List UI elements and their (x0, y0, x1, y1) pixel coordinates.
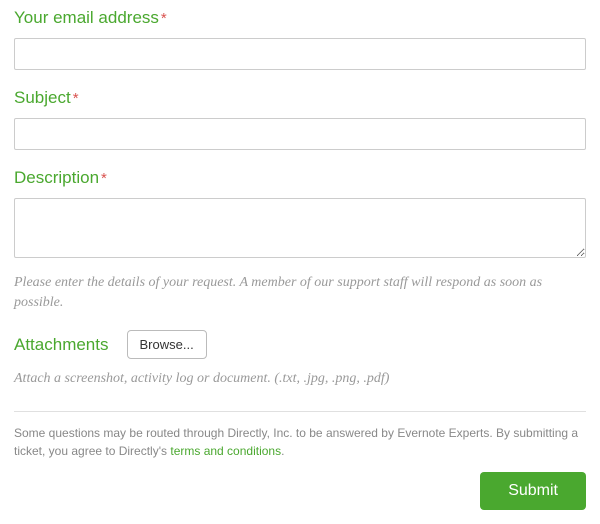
attachments-label: Attachments (14, 335, 109, 355)
subject-required-indicator: * (73, 90, 79, 107)
email-input[interactable] (14, 38, 586, 70)
terms-link[interactable]: terms and conditions (170, 444, 281, 458)
attachments-row: Attachments Browse... (14, 330, 586, 359)
description-label: Description* (14, 168, 586, 188)
description-textarea[interactable] (14, 198, 586, 258)
email-required-indicator: * (161, 10, 167, 27)
description-label-text: Description (14, 168, 99, 187)
description-required-indicator: * (101, 170, 107, 187)
attachments-group: Attachments Browse... Attach a screensho… (14, 330, 586, 389)
subject-label-text: Subject (14, 88, 71, 107)
email-group: Your email address* (14, 8, 586, 70)
description-hint: Please enter the details of your request… (14, 273, 586, 312)
browse-button[interactable]: Browse... (127, 330, 207, 359)
description-group: Description* Please enter the details of… (14, 168, 586, 312)
submit-button[interactable]: Submit (480, 472, 586, 510)
submit-row: Submit (14, 472, 586, 510)
divider (14, 411, 586, 412)
subject-label: Subject* (14, 88, 586, 108)
attachments-hint: Attach a screenshot, activity log or doc… (14, 369, 586, 389)
subject-input[interactable] (14, 118, 586, 150)
email-label-text: Your email address (14, 8, 159, 27)
footer-before: Some questions may be routed through Dir… (14, 426, 578, 458)
footer-after: . (281, 444, 284, 458)
footer-text: Some questions may be routed through Dir… (14, 424, 586, 460)
email-label: Your email address* (14, 8, 586, 28)
subject-group: Subject* (14, 88, 586, 150)
